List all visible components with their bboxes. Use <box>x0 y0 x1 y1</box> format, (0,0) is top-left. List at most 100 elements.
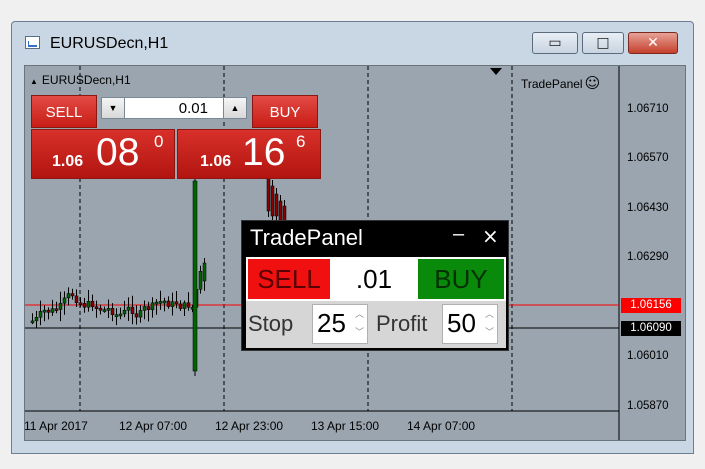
trade-panel-body: SELL .01 BUY Stop 25 ︿ ﹀ Profit 50 ︿ ﹀ <box>246 257 506 348</box>
candle-body <box>82 303 87 308</box>
symbol-text: EURUSDecn,H1 <box>41 73 131 87</box>
volume-increase-icon[interactable]: ▲ <box>223 98 246 118</box>
candle-body <box>54 308 59 311</box>
trade-panel-minimize-icon[interactable]: – <box>453 223 464 246</box>
maximize-button[interactable]: □ <box>582 32 624 54</box>
expert-advisor-label: TradePanel ☺ <box>521 74 600 92</box>
candle-body <box>126 306 131 311</box>
title-bar[interactable]: EURUSDecn,H1 ▭ □ ✕ <box>12 22 693 64</box>
maximize-icon: □ <box>596 35 610 51</box>
candle-body <box>170 301 175 307</box>
candle-body <box>274 193 279 217</box>
volume-decrease-icon[interactable]: ▼ <box>102 98 125 118</box>
candle-body <box>198 271 203 290</box>
trade-panel-title[interactable]: TradePanel <box>250 225 363 251</box>
price-label: 1.06710 <box>627 103 669 115</box>
candle-body <box>134 313 139 318</box>
candle-body <box>162 300 167 304</box>
one-click-buy-button[interactable]: BUY <box>252 95 318 128</box>
candle-body <box>166 300 171 307</box>
candle-body <box>146 306 151 311</box>
profit-increase-icon[interactable]: ︿ <box>485 307 494 320</box>
trade-panel-sell-button[interactable]: SELL <box>248 259 330 299</box>
candle-body <box>58 302 63 310</box>
candle-body <box>174 301 179 305</box>
close-icon: ✕ <box>647 35 659 51</box>
candle-body <box>102 309 107 312</box>
ask-price-fraction: 6 <box>296 132 306 151</box>
candle-body <box>186 302 191 308</box>
candle-body <box>270 185 275 217</box>
trade-panel-dialog: TradePanel – × SELL .01 BUY Stop 25 ︿ ﹀ … <box>241 220 509 351</box>
trade-panel-volume-input[interactable]: .01 <box>332 259 416 299</box>
expert-name: TradePanel <box>521 77 583 91</box>
candle-body <box>34 317 39 322</box>
window-title: EURUSDecn,H1 <box>50 35 169 52</box>
candle-body <box>122 310 127 315</box>
ask-price-main: 16 <box>242 131 286 174</box>
candle-body <box>62 297 67 304</box>
candle-body <box>90 301 95 307</box>
time-label: 12 Apr 23:00 <box>215 419 284 433</box>
volume-value[interactable]: 0.01 <box>179 99 208 118</box>
candle-body <box>192 180 198 372</box>
candle-body <box>178 303 183 309</box>
ask-price-tag: 1.06156 <box>621 298 681 313</box>
candle-body <box>118 313 123 317</box>
take-profit-stepper[interactable]: 50 ︿ ﹀ <box>442 304 498 344</box>
candle-body <box>98 307 103 311</box>
profit-decrease-icon[interactable]: ﹀ <box>485 325 494 338</box>
candle-body <box>78 302 83 305</box>
chart-symbol-label: ▲ EURUSDecn,H1 <box>30 73 131 87</box>
chart-shift-marker-icon[interactable] <box>490 68 502 75</box>
candle-body <box>70 293 75 297</box>
time-label: 11 Apr 2017 <box>24 419 88 433</box>
bid-price-main: 08 <box>96 131 140 174</box>
price-label: 1.06570 <box>627 152 669 164</box>
candle-body <box>94 306 99 309</box>
profit-label: Profit <box>376 311 428 336</box>
minimize-button[interactable]: ▭ <box>532 32 578 54</box>
trade-panel-close-icon[interactable]: × <box>482 224 499 248</box>
stop-loss-stepper[interactable]: 25 ︿ ﹀ <box>312 304 368 344</box>
candle-body <box>182 302 187 309</box>
candle-body <box>202 262 207 282</box>
price-label: 1.06290 <box>627 251 669 263</box>
bid-price-prefix: 1.06 <box>52 153 84 170</box>
close-button[interactable]: ✕ <box>628 32 678 54</box>
candle-body <box>114 314 119 317</box>
time-label: 13 Apr 15:00 <box>311 419 380 433</box>
candle-body <box>138 310 143 318</box>
stop-loss-value[interactable]: 25 <box>317 308 346 339</box>
collapse-triangle-icon: ▲ <box>30 77 38 86</box>
candle-body <box>74 295 79 303</box>
ask-price-button[interactable]: 1.06 16 6 <box>177 129 321 179</box>
candle-body <box>86 301 91 308</box>
candle-body <box>46 309 51 313</box>
bid-price-tag: 1.06090 <box>621 321 681 336</box>
take-profit-value[interactable]: 50 <box>447 308 476 339</box>
candle-body <box>38 311 43 318</box>
candle-body <box>130 306 135 314</box>
one-click-sell-button[interactable]: SELL <box>31 95 97 128</box>
candle-body <box>66 293 71 299</box>
stop-decrease-icon[interactable]: ﹀ <box>355 325 364 338</box>
bid-price-fraction: 0 <box>154 132 164 151</box>
price-label: 1.06430 <box>627 202 669 214</box>
price-label: 1.05870 <box>627 400 669 412</box>
one-click-volume-field[interactable]: ▼ 0.01 ▲ <box>101 97 247 119</box>
price-axis: 1.06710 1.06570 1.06430 1.06290 1.06156 … <box>619 66 685 440</box>
stop-increase-icon[interactable]: ︿ <box>355 307 364 320</box>
smiley-icon: ☺ <box>584 74 601 92</box>
candle-body <box>150 302 155 311</box>
bid-price-button[interactable]: 1.06 08 0 <box>31 129 175 179</box>
stop-label: Stop <box>248 311 294 336</box>
candle-body <box>110 308 115 315</box>
trade-panel-buy-button[interactable]: BUY <box>418 259 504 299</box>
minimize-icon: ▭ <box>548 35 562 51</box>
candle-body <box>142 306 147 311</box>
ask-price-prefix: 1.06 <box>200 153 232 170</box>
chart-window-icon <box>25 36 40 49</box>
candle-body <box>106 308 111 311</box>
candle-body <box>266 175 271 212</box>
